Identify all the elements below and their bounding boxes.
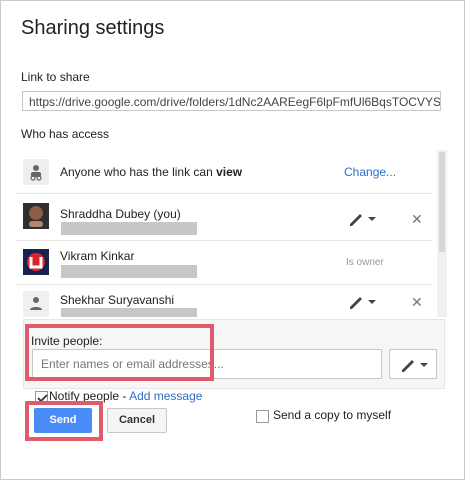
add-message-link[interactable]: Add message (129, 389, 202, 403)
person-name: Shraddha Dubey (you) (60, 207, 181, 221)
cancel-button[interactable]: Cancel (107, 408, 167, 433)
edit-permission-button[interactable] (346, 292, 378, 312)
send-highlight (25, 401, 103, 441)
link-label: Link to share (21, 70, 90, 84)
scroll-thumb[interactable] (439, 152, 445, 252)
copy-to-myself-label: Send a copy to myself (273, 408, 392, 422)
access-scrollbar[interactable] (437, 150, 447, 317)
share-link-field[interactable]: https://drive.google.com/drive/folders/1… (22, 91, 441, 111)
anyone-with-link-text: Anyone who has the link can view (60, 165, 243, 179)
redacted-email (61, 308, 197, 317)
person-icon (23, 291, 49, 317)
redacted-email (61, 265, 197, 278)
copy-checkbox[interactable] (256, 410, 269, 423)
anyone-with-link-row: Anyone who has the link can view Change.… (16, 150, 432, 194)
person-row: Shraddha Dubey (you) ✕ (16, 197, 432, 241)
avatar (23, 249, 49, 275)
invite-permission-dropdown[interactable] (389, 349, 437, 379)
remove-person-icon[interactable]: ✕ (411, 211, 423, 228)
redacted-email (61, 222, 197, 235)
person-name: Shekhar Suryavanshi (60, 293, 175, 307)
remove-person-icon[interactable]: ✕ (411, 294, 423, 311)
avatar (23, 203, 49, 229)
share-link-text: https://drive.google.com/drive/folders/1… (29, 95, 441, 109)
access-list: Anyone who has the link can view Change.… (16, 150, 432, 317)
change-link[interactable]: Change... (344, 165, 396, 179)
person-name: Vikram Kinkar (60, 249, 135, 263)
who-has-access-label: Who has access (21, 127, 110, 141)
link-person-icon (23, 159, 49, 185)
sharing-dialog: Sharing settings Link to share https://d… (0, 0, 465, 480)
invite-highlight (25, 324, 214, 381)
person-row: Shekhar Suryavanshi ✕ (16, 285, 432, 317)
owner-label: Is owner (346, 257, 384, 268)
edit-permission-button[interactable] (346, 209, 378, 229)
person-row: Vikram Kinkar Is owner (16, 241, 432, 285)
dialog-title: Sharing settings (21, 17, 165, 39)
